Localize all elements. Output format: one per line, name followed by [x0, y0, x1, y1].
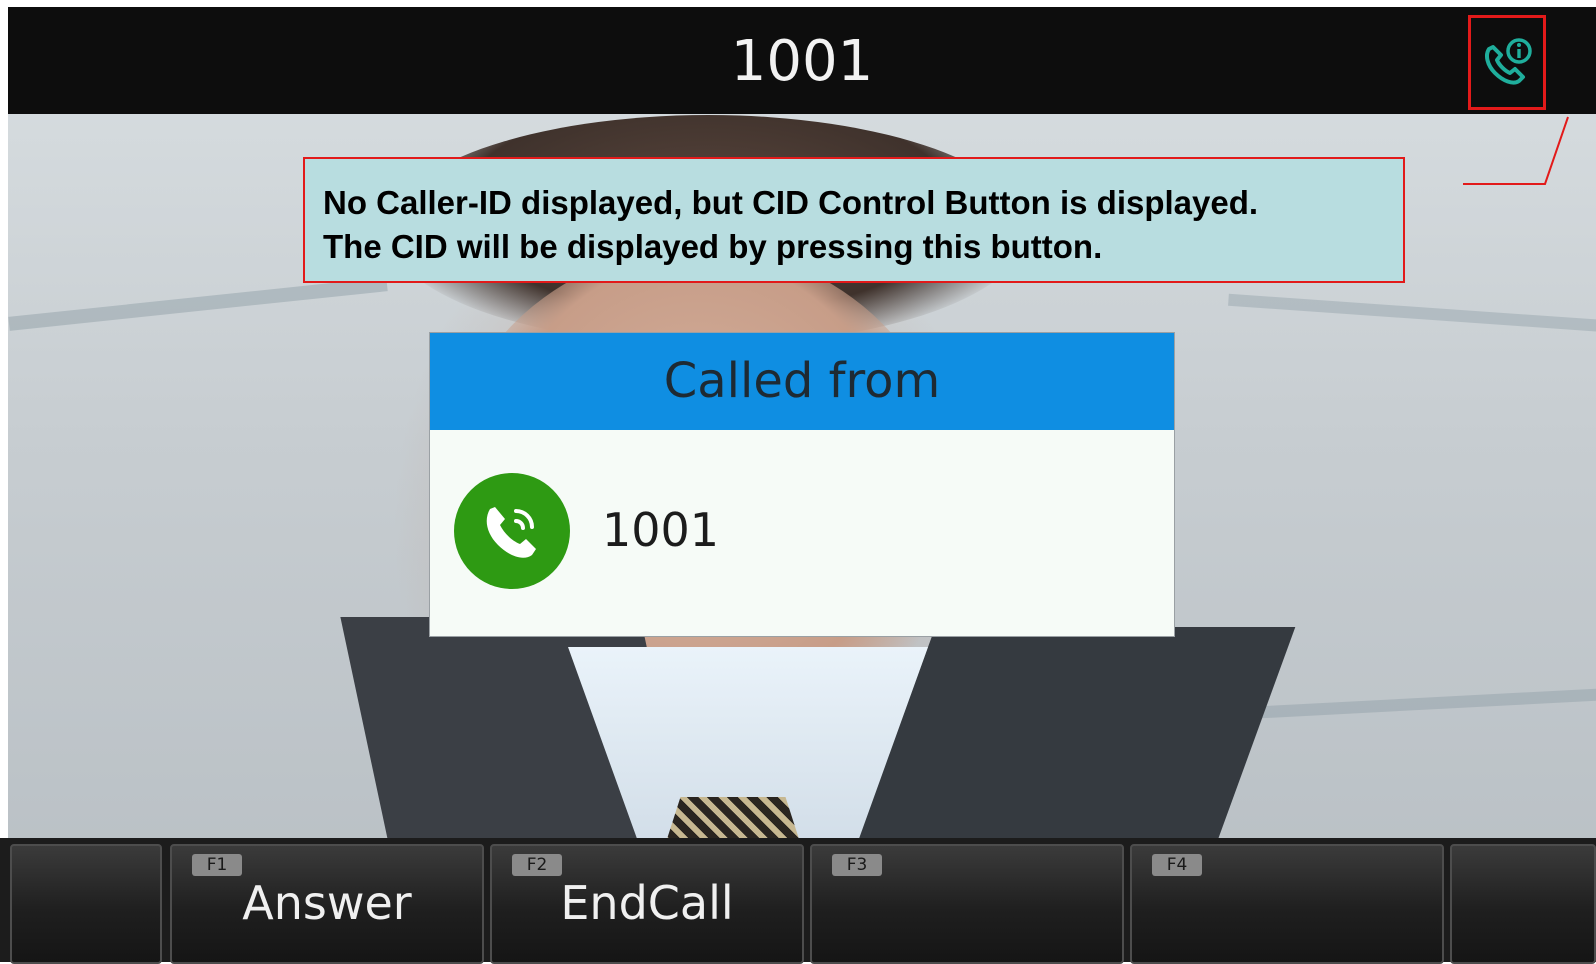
- incoming-call-dialog: Called from 1001: [429, 332, 1175, 637]
- page-title: 1001: [730, 29, 874, 94]
- dialog-title: Called from: [663, 353, 941, 409]
- fkey-label: F1: [192, 854, 242, 876]
- softkey-right-arrow[interactable]: [1450, 844, 1596, 964]
- softkey-bar: F1 Answer F2 EndCall F3 F4: [0, 838, 1596, 964]
- softkey-endcall-label: EndCall: [560, 876, 734, 930]
- softkey-f1[interactable]: F1 Answer: [170, 844, 484, 964]
- softkey-answer-label: Answer: [242, 876, 412, 930]
- softkey-f3[interactable]: F3: [810, 844, 1124, 964]
- softkey-f4[interactable]: F4: [1130, 844, 1444, 964]
- fkey-label: F3: [832, 854, 882, 876]
- softkey-left-arrow[interactable]: [10, 844, 162, 964]
- cid-control-button[interactable]: [1468, 15, 1546, 110]
- title-bar: 1001: [8, 7, 1596, 114]
- phone-screen: 1001 Called from 1001: [8, 7, 1596, 962]
- annotation-line-1: No Caller-ID displayed, but CID Control …: [323, 184, 1259, 221]
- annotation-line-2: The CID will be displayed by pressing th…: [323, 228, 1103, 265]
- dialog-header: Called from: [430, 333, 1174, 430]
- annotation-callout: No Caller-ID displayed, but CID Control …: [303, 157, 1405, 283]
- softkey-f2[interactable]: F2 EndCall: [490, 844, 804, 964]
- phone-ringing-icon: [454, 473, 570, 589]
- fkey-label: F2: [512, 854, 562, 876]
- caller-number: 1001: [602, 503, 720, 557]
- fkey-label: F4: [1152, 854, 1202, 876]
- phone-info-icon: [1485, 37, 1532, 85]
